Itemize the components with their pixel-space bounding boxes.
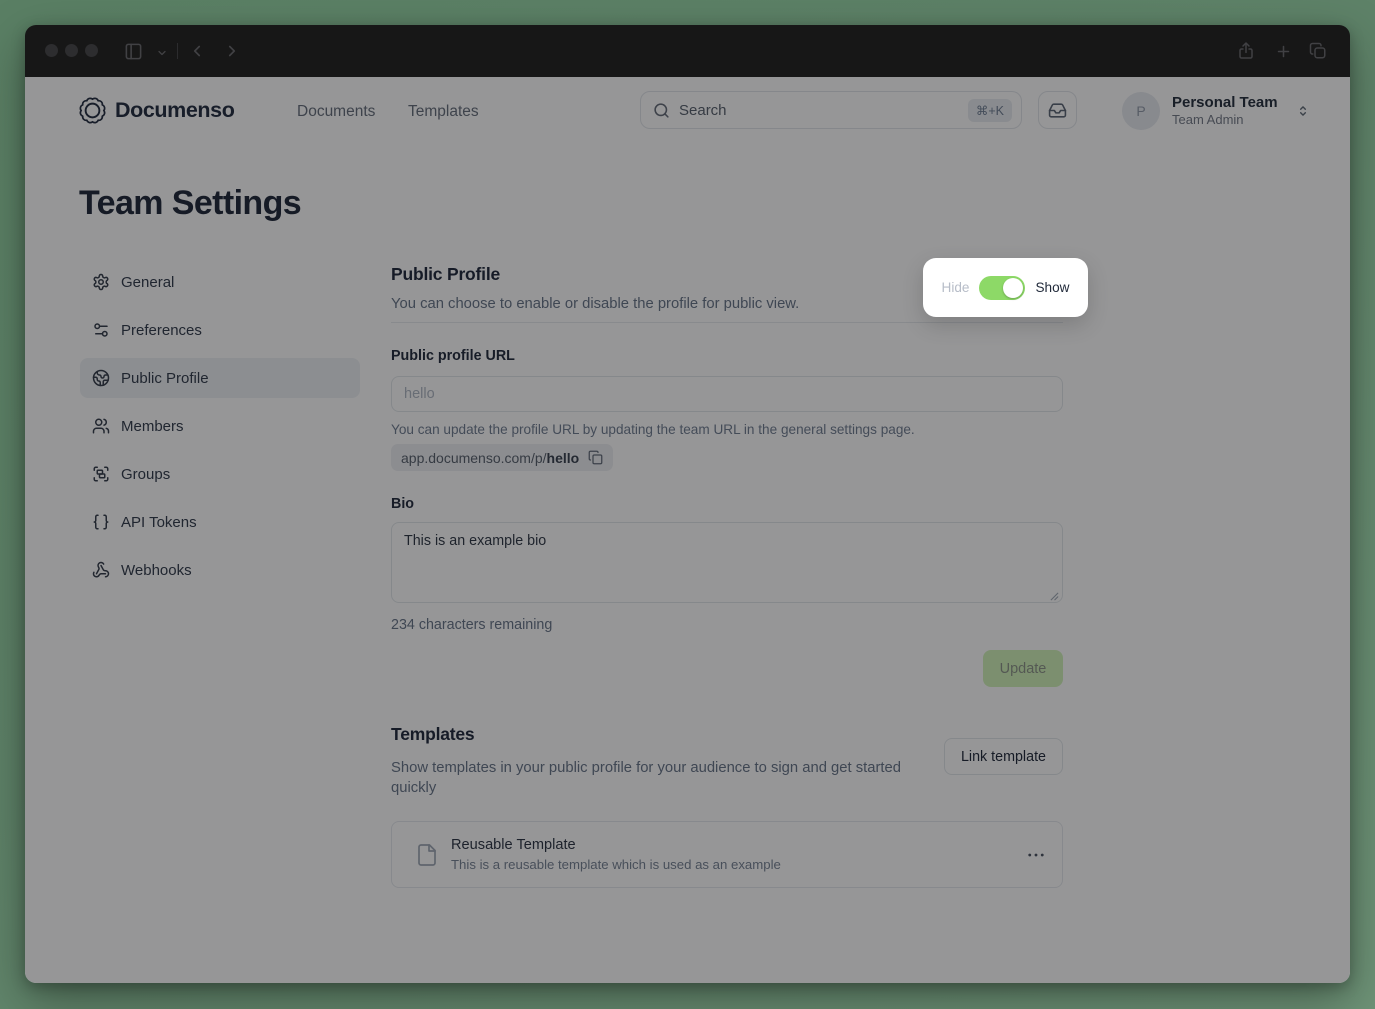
titlebar-divider — [177, 43, 178, 59]
back-button[interactable] — [188, 42, 206, 60]
minimize-window-button[interactable] — [65, 44, 78, 57]
profile-visibility-toggle[interactable] — [979, 276, 1025, 300]
forward-button[interactable] — [223, 42, 241, 60]
toggle-knob — [1003, 278, 1023, 298]
toggle-on-label: Show — [1035, 280, 1069, 295]
new-tab-icon[interactable] — [1275, 43, 1292, 60]
dim-overlay — [25, 77, 1350, 983]
toggle-off-label: Hide — [942, 280, 970, 295]
browser-titlebar — [25, 25, 1350, 77]
browser-viewport: Documenso Documents Templates Search ⌘+K… — [25, 77, 1350, 983]
chevron-down-icon[interactable] — [156, 47, 168, 59]
traffic-lights — [45, 44, 98, 57]
sidebar-panel-icon[interactable] — [124, 42, 143, 61]
share-icon[interactable] — [1237, 41, 1255, 60]
zoom-window-button[interactable] — [85, 44, 98, 57]
browser-window: Documenso Documents Templates Search ⌘+K… — [25, 25, 1350, 983]
tab-overview-icon[interactable] — [1309, 42, 1327, 60]
close-window-button[interactable] — [45, 44, 58, 57]
profile-visibility-spotlight: Hide Show — [923, 258, 1088, 317]
